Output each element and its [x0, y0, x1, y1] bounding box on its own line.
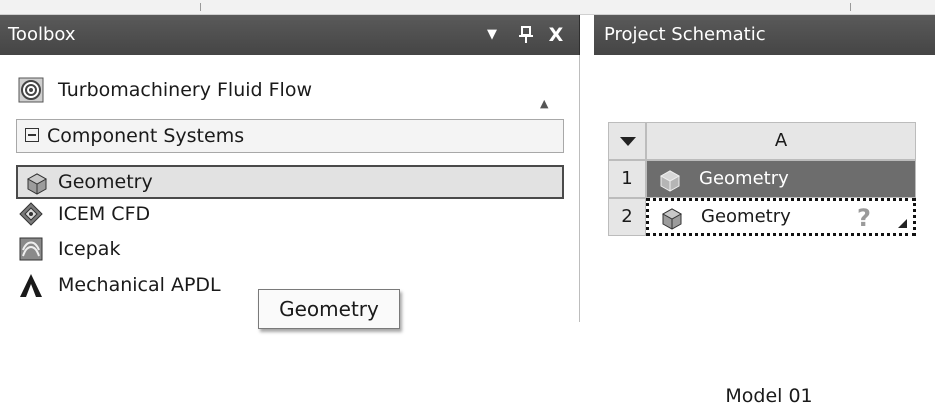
system-caption[interactable]: Model 01 [608, 385, 930, 407]
geometry-cube-icon [659, 170, 681, 192]
geometry-cell[interactable]: Geometry ? [646, 198, 916, 236]
geometry-cube-icon [661, 208, 683, 230]
schematic-header: Project Schematic [594, 15, 935, 55]
toolbox-item-label: Icepak [58, 238, 121, 260]
mechanical-apdl-icon [20, 274, 42, 297]
toolbox-item-label: Turbomachinery Fluid Flow [58, 79, 313, 101]
toolbox-item-label: ICEM CFD [58, 203, 151, 225]
row-number: 2 [608, 198, 646, 236]
toolbox-item-label: Geometry [58, 171, 153, 193]
question-mark-status-icon: ? [857, 204, 871, 232]
dropdown-arrow-icon[interactable]: ▼ [481, 15, 503, 55]
group-label: Component Systems [47, 125, 245, 147]
toolbox-list: ▲ Turbomachinery Fluid Flow Component Sy… [0, 55, 580, 329]
toolbox-header: Toolbox ▼ X [0, 15, 580, 55]
turbomachinery-icon [18, 77, 44, 103]
icepak-icon [19, 237, 43, 261]
project-schematic-pane: Project Schematic A 1 Geometry 2 Geometr… [594, 15, 935, 407]
corner-triangle-icon [898, 219, 907, 228]
column-header: A [646, 122, 916, 160]
schematic-title: Project Schematic [604, 24, 766, 45]
group-component-systems[interactable]: Component Systems [16, 119, 564, 153]
geometry-cell-label: Geometry [701, 206, 791, 227]
toolbox-title: Toolbox [8, 24, 76, 45]
toolbar-divider [200, 3, 201, 11]
top-toolbar-strip [0, 0, 935, 15]
pin-icon[interactable] [515, 15, 537, 55]
system-row[interactable]: 1 Geometry [608, 160, 916, 198]
toolbox-pane: Toolbox ▼ X ▲ Turbomachinery Fluid Flow … [0, 15, 580, 329]
toolbox-item-label: Mechanical APDL [58, 274, 221, 296]
system-row[interactable]: 2 Geometry ? [608, 198, 916, 236]
icem-cfd-icon [19, 202, 43, 226]
system-menu-button[interactable] [608, 122, 646, 160]
row-number: 1 [608, 160, 646, 198]
scroll-up-arrow-icon[interactable]: ▲ [540, 97, 548, 110]
system-title-cell[interactable]: Geometry [646, 160, 916, 198]
system-header-row: A [608, 122, 916, 160]
system-title-label: Geometry [699, 168, 789, 189]
tooltip: Geometry [258, 289, 400, 329]
collapse-toggle-icon[interactable] [25, 128, 39, 142]
dropdown-arrow-icon [620, 137, 636, 146]
toolbox-item-geometry[interactable]: Geometry [16, 165, 564, 199]
close-icon[interactable]: X [545, 15, 567, 55]
toolbar-divider [850, 3, 851, 11]
geometry-cube-icon [26, 173, 48, 195]
